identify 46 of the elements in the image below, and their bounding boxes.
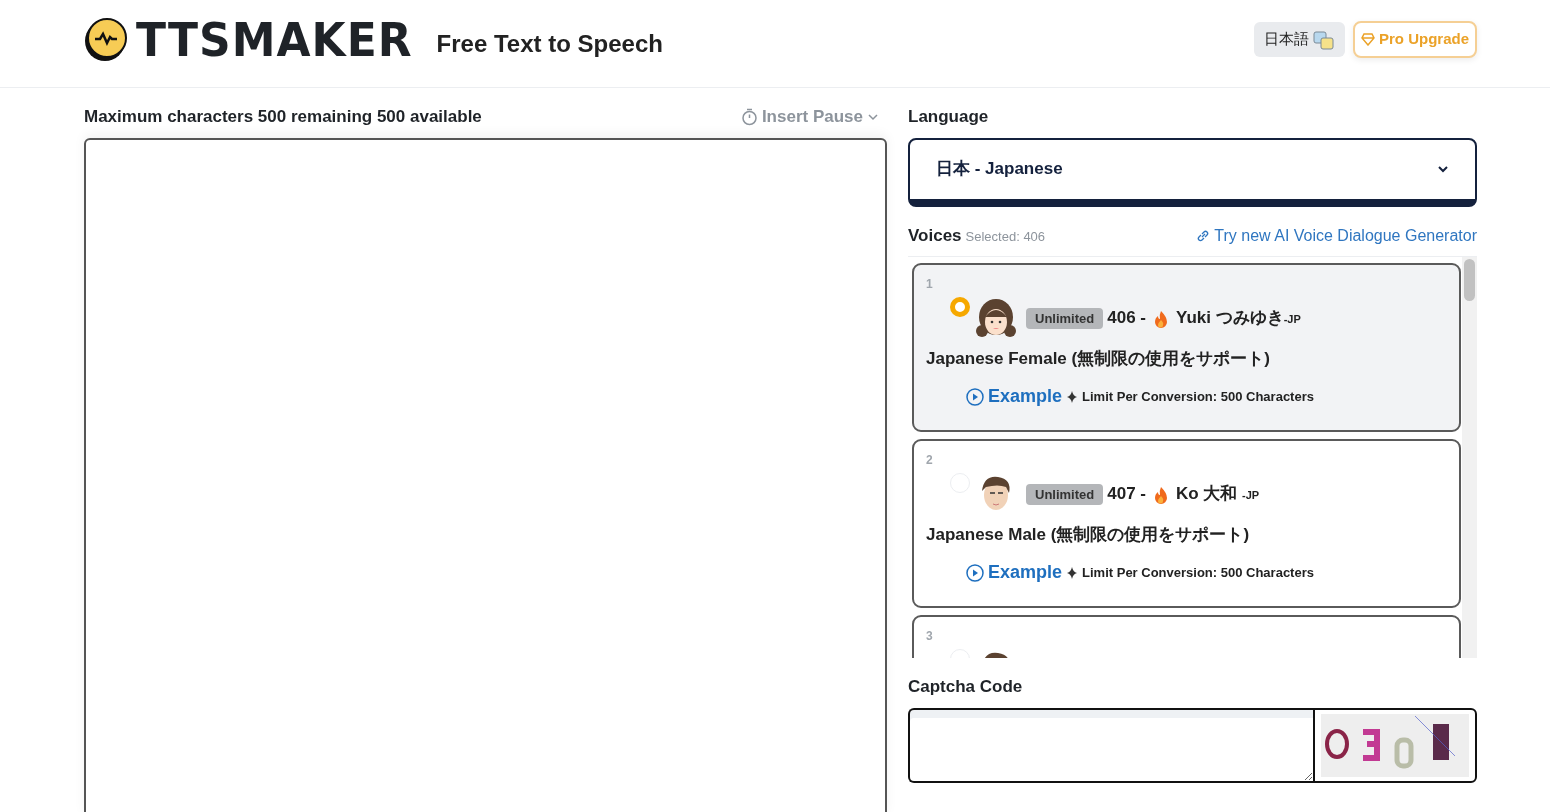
- caret-icon: [867, 111, 879, 122]
- region-tag: -JP: [1242, 489, 1260, 502]
- timer-icon: [740, 107, 758, 126]
- link-icon: [1196, 229, 1211, 244]
- unlimited-badge: Unlimited: [1026, 483, 1104, 505]
- limit-text: Limit Per Conversion: 500 Characters: [1082, 387, 1314, 406]
- example-link[interactable]: Example: [966, 383, 1063, 410]
- radio-button[interactable]: [950, 297, 970, 317]
- selected-count: Selected: 406: [965, 227, 1046, 246]
- insert-pause-dropdown[interactable]: Insert Pause: [740, 104, 879, 130]
- voice-card[interactable]: 1 Unlimited 406 - Yuki つみゆき-JP Japanese Female (無制限の使用をサポート) Example Limit Per Conversion: 500 Characters: [912, 263, 1461, 432]
- limit-text: Limit Per Conversion: 500 Characters: [1082, 563, 1314, 582]
- fire-icon: [1154, 485, 1168, 504]
- dialogue-link[interactable]: Try new AI Voice Dialogue Generator: [1196, 223, 1477, 248]
- voice-card[interactable]: 2 Unlimited 407 - Ko 大和 -JP Japanese Male (無制限の使用をサポート) Example Limit Per Conversion: 500 Characters: [912, 439, 1461, 608]
- voice-number: 1: [926, 276, 934, 293]
- voice-number: 2: [926, 452, 934, 469]
- language-label: Language: [908, 106, 990, 128]
- play-icon: [966, 563, 984, 582]
- captcha-label: Captcha Code: [908, 676, 1024, 698]
- text-input-field[interactable]: [84, 137, 887, 812]
- example-link[interactable]: Example: [966, 559, 1063, 586]
- logo-icon: [84, 16, 128, 63]
- diamond-icon: [1361, 33, 1375, 46]
- voice-name: Yuki つみゆき: [1176, 308, 1284, 328]
- voice-description: Japanese Male (無制限の使用をサポート): [926, 524, 1250, 546]
- scrollbar-thumb[interactable]: [1464, 259, 1475, 301]
- region-tag: -JP: [1283, 313, 1301, 326]
- tagline: Free Text to Speech: [436, 28, 663, 59]
- char-count-label: Maximum characters 500 remaining 500 available: [84, 106, 482, 128]
- logo-text: TTSMAKER: [136, 16, 413, 63]
- language-select[interactable]: 日本 - Japanese: [908, 137, 1477, 207]
- voice-id: 406 -: [1107, 308, 1146, 328]
- unlimited-badge: Unlimited: [1026, 307, 1104, 329]
- translate-icon: [1313, 29, 1335, 50]
- voice-description: Japanese Female (無制限の使用をサポート): [926, 348, 1270, 370]
- voices-label: Voices: [908, 224, 962, 247]
- captcha-input-field[interactable]: [908, 707, 1313, 783]
- scrollbar[interactable]: [1462, 257, 1477, 658]
- voice-id: 407 -: [1107, 484, 1146, 504]
- voice-number: 3: [926, 628, 934, 645]
- language-button[interactable]: 日本語: [1254, 22, 1345, 57]
- caret-icon: [1437, 164, 1449, 174]
- fire-icon: [1154, 309, 1168, 328]
- voice-name: Ko 大和: [1176, 484, 1239, 504]
- play-icon: [966, 387, 984, 406]
